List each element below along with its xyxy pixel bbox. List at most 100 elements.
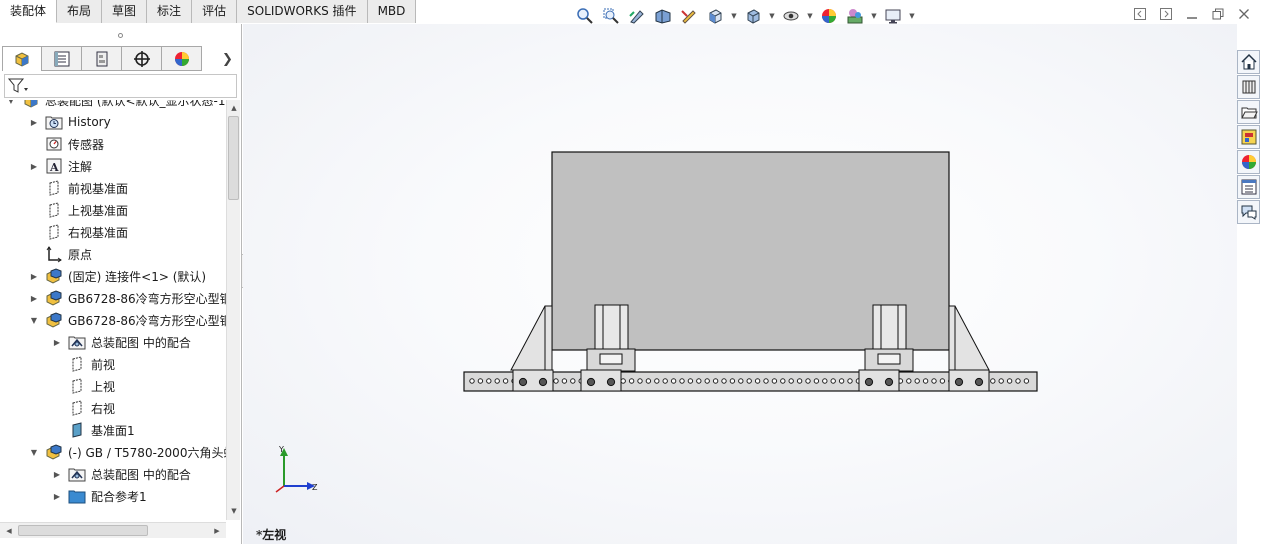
section-view-icon[interactable]	[652, 6, 674, 26]
expand-arrow-icon[interactable]: ▶	[29, 272, 39, 281]
command-tab[interactable]: 评估	[192, 0, 238, 23]
next-window-icon[interactable]	[1159, 7, 1173, 21]
tree-item[interactable]: 右视	[52, 397, 115, 419]
zoom-to-fit-icon[interactable]	[574, 6, 596, 26]
view-settings-icon[interactable]	[882, 6, 904, 26]
command-tab[interactable]: 草图	[102, 0, 148, 23]
task-forum-button[interactable]	[1237, 200, 1260, 224]
bolt-head	[538, 377, 548, 387]
expand-arrow-icon[interactable]: ▶	[52, 338, 62, 347]
task-home-button[interactable]	[1237, 50, 1260, 74]
task-design-library-button[interactable]	[1237, 75, 1260, 99]
featuremanager-tab[interactable]	[2, 46, 42, 71]
tree-item[interactable]: ▼ (-) GB / T5780-2000六角头螺栓	[29, 441, 226, 463]
collapse-arrow-icon[interactable]: ▼	[6, 100, 16, 105]
scroll-up-icon[interactable]: ▲	[227, 101, 241, 115]
tree-item[interactable]: ▶ 配合参考1	[52, 485, 147, 507]
minimize-icon[interactable]	[1185, 7, 1199, 21]
tree-item[interactable]: 右视基准面	[29, 221, 128, 243]
scroll-right-icon[interactable]: ▶	[210, 524, 224, 538]
tree-item[interactable]: ▶ A 注解	[29, 155, 92, 177]
graphics-area[interactable]: Y Z	[243, 24, 1237, 544]
grip-icon	[118, 32, 123, 38]
tree-item[interactable]: 前视	[52, 353, 115, 375]
rail-hole	[712, 378, 719, 384]
command-tab[interactable]: MBD	[367, 0, 417, 23]
scroll-thumb[interactable]	[228, 116, 239, 200]
tree-item-label: 总装配图 (默认<默认_显示状态-1>)	[45, 100, 226, 108]
rail-hole	[502, 378, 509, 384]
previous-window-icon[interactable]	[1133, 7, 1147, 21]
collapse-arrow-icon[interactable]: ▼	[29, 448, 39, 457]
tree-item[interactable]: ▶ 总装配图 中的配合	[52, 463, 191, 485]
right-gusset[interactable]	[948, 305, 990, 371]
command-tab[interactable]: 布局	[57, 0, 103, 23]
tree-item[interactable]: 传感器	[29, 133, 104, 155]
configurationmanager-tab[interactable]	[82, 46, 122, 71]
displaymanager-tab[interactable]	[162, 46, 202, 71]
edit-appearance-icon[interactable]	[818, 6, 840, 26]
clamp-block[interactable]	[580, 369, 622, 392]
task-custom-properties-button[interactable]	[1237, 175, 1260, 199]
tree-item[interactable]: 基准面1	[52, 419, 135, 441]
tree-item[interactable]: ▶ 总装配图 中的配合	[52, 331, 191, 353]
tree-vertical-scrollbar[interactable]: ▲ ▼	[226, 100, 240, 520]
tree-item[interactable]: 上视基准面	[29, 199, 128, 221]
expand-arrow-icon[interactable]: ▶	[29, 294, 39, 303]
task-appearances-button[interactable]	[1237, 150, 1260, 174]
forum-icon	[1241, 205, 1256, 220]
tree-item[interactable]: 原点	[29, 243, 92, 265]
scroll-thumb[interactable]	[18, 525, 148, 536]
chevron-down-icon[interactable]: ▼	[908, 12, 916, 20]
command-tab[interactable]: 标注	[147, 0, 193, 23]
chevron-down-icon[interactable]: ▼	[768, 12, 776, 20]
clamp-block[interactable]	[512, 369, 554, 392]
tree-horizontal-scrollbar[interactable]: ◀ ▶	[0, 522, 226, 538]
dimxpertmanager-tab[interactable]	[122, 46, 162, 71]
clamp-block[interactable]	[948, 369, 990, 392]
expand-arrow-icon[interactable]: ▶	[52, 470, 62, 479]
tree-item[interactable]: ▶ History	[29, 111, 111, 133]
chevron-down-icon[interactable]: ▼	[870, 12, 878, 20]
model-view[interactable]: Y Z	[243, 24, 1237, 544]
rail-hole	[1015, 378, 1021, 384]
task-file-explorer-button[interactable]	[1237, 100, 1260, 124]
scroll-down-icon[interactable]: ▼	[227, 504, 241, 518]
expand-arrow-icon[interactable]: ▶	[29, 118, 39, 127]
clamp-block[interactable]	[858, 369, 900, 392]
close-icon[interactable]	[1237, 7, 1251, 21]
tree-item-label: 配合参考1	[91, 489, 147, 504]
dynamic-annotation-icon[interactable]	[678, 6, 700, 26]
hide-show-items-icon[interactable]	[780, 6, 802, 26]
tree-item[interactable]: ▶ (固定) 连接件<1> (默认)	[29, 265, 206, 287]
view-orientation-icon[interactable]	[704, 6, 726, 26]
tree-item[interactable]: ▶ GB6728-86冷弯方形空心型钢10	[29, 287, 226, 309]
tree-item[interactable]: ▼ GB6728-86冷弯方形空心型钢10	[29, 309, 226, 331]
rail-hole	[805, 378, 811, 384]
tree-item[interactable]: ▼ 总装配图 (默认<默认_显示状态-1>)	[6, 100, 226, 111]
task-view-palette-button[interactable]	[1237, 125, 1260, 149]
panel-grip[interactable]	[0, 24, 241, 46]
command-tab[interactable]: SOLIDWORKS 插件	[237, 0, 368, 23]
scroll-left-icon[interactable]: ◀	[2, 524, 16, 538]
zoom-area-icon[interactable]	[600, 6, 622, 26]
collapse-arrow-icon[interactable]: ▼	[29, 316, 39, 325]
tree-filter[interactable]	[4, 74, 237, 98]
left-gusset[interactable]	[510, 305, 553, 371]
chevron-right-icon[interactable]: ❯	[222, 52, 233, 67]
chevron-down-icon[interactable]: ▼	[806, 12, 814, 20]
rail-hole	[696, 378, 702, 384]
expand-arrow-icon[interactable]: ▶	[52, 492, 62, 501]
command-tab[interactable]: 装配体	[0, 0, 58, 23]
expand-arrow-icon[interactable]: ▶	[29, 162, 39, 171]
task-pane	[1237, 50, 1261, 225]
tree-item[interactable]: 上视	[52, 375, 115, 397]
propertymanager-tab[interactable]	[42, 46, 82, 71]
rail-hole	[780, 378, 786, 384]
chevron-down-icon[interactable]: ▼	[730, 12, 738, 20]
apply-scene-icon[interactable]	[844, 6, 866, 26]
restore-icon[interactable]	[1211, 7, 1225, 21]
tree-item[interactable]: 前视基准面	[29, 177, 128, 199]
display-style-icon[interactable]	[742, 6, 764, 26]
previous-view-icon[interactable]	[626, 6, 648, 26]
